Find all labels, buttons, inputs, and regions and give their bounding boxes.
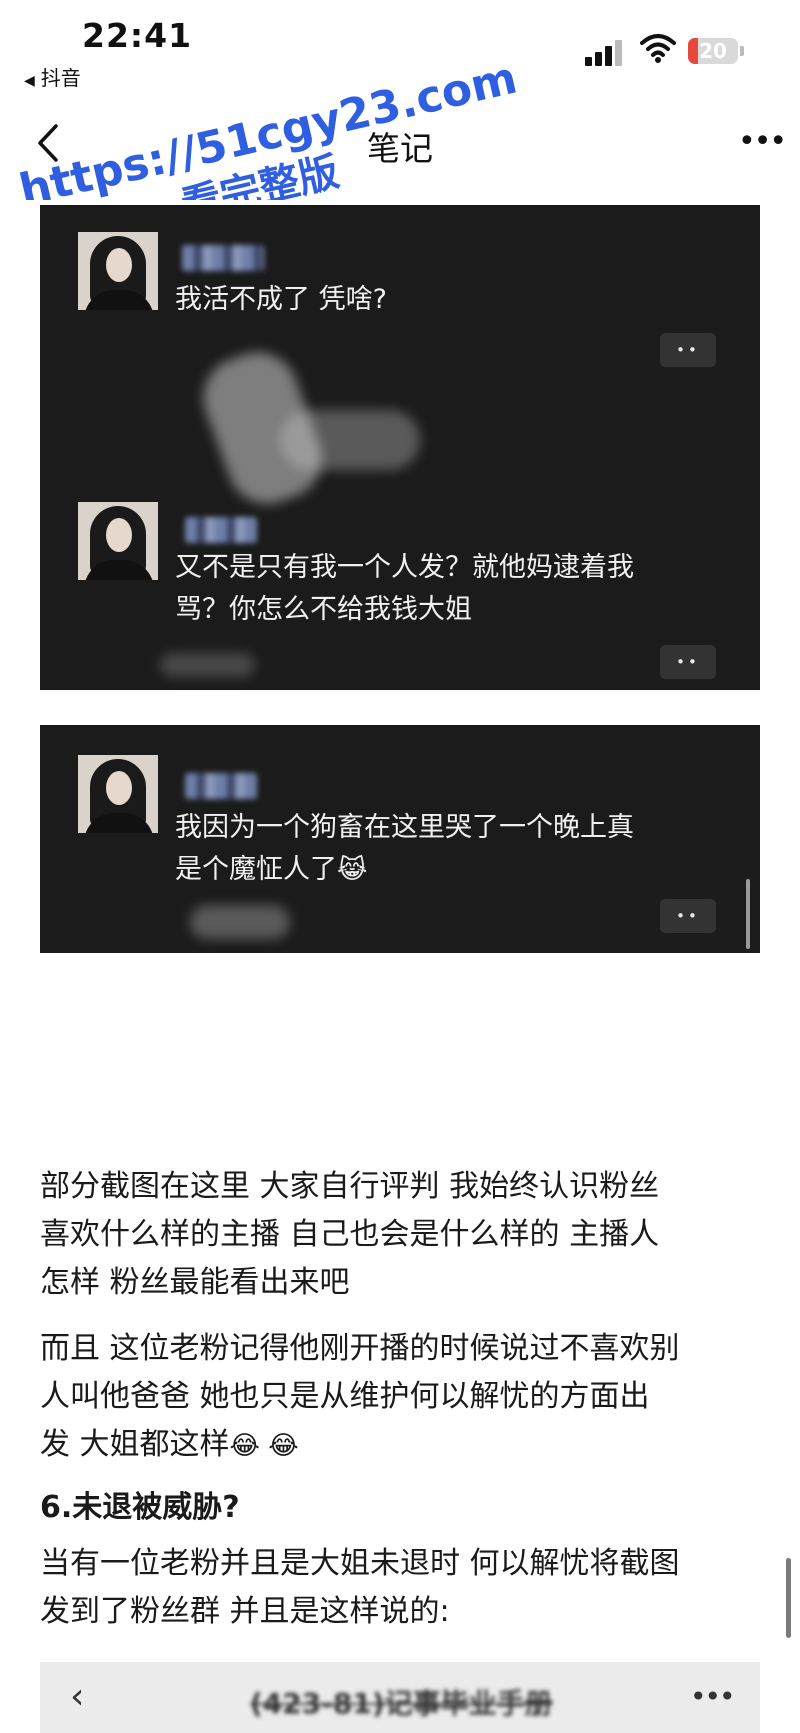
page-title: 笔记 <box>367 129 433 168</box>
article-paragraph: 部分截图在这里 大家自行评判 我始终认识粉丝 喜欢什么样的主播 自己也会是什么样… <box>40 1163 760 1307</box>
message-action-button[interactable]: •• <box>660 645 716 679</box>
back-chevron-icon: ‹ <box>70 1676 85 1717</box>
article-line: 而且 这位老粉记得他刚开播的时候说过不喜欢别 <box>40 1331 680 1366</box>
article-line: 当有一位老粉并且是大姐未退时 何以解忧将截图 <box>40 1546 680 1581</box>
blurred-image-area <box>190 905 290 939</box>
article-line: 怎样 粉丝最能看出来吧 <box>40 1265 350 1300</box>
message-action-button[interactable]: •• <box>660 333 716 367</box>
chat-message-line: 骂？你怎么不给我钱大姐 <box>175 594 472 625</box>
battery-tip <box>740 46 744 56</box>
back-app-label: 抖音 <box>40 66 81 90</box>
blurred-image-area <box>280 410 420 470</box>
section-heading: 6.未退被威胁? <box>40 1490 240 1525</box>
avatar <box>78 232 158 310</box>
chat-message: 又不是只有我一个人发？就他妈逮着我 骂？你怎么不给我钱大姐 <box>175 547 634 631</box>
blurred-username <box>182 245 264 271</box>
embedded-chat-header: ‹ (423-81)记事毕业手册 ••• <box>40 1662 760 1733</box>
back-to-app-link[interactable]: ◀ 抖音 <box>24 62 81 91</box>
wifi-icon <box>640 34 676 63</box>
message-action-button[interactable]: •• <box>660 899 716 933</box>
chat-screenshot-1: 我活不成了 凭啥? •• 又不是只有我一个人发？就他妈逮着我 骂？你怎么不给我钱… <box>40 205 760 690</box>
crying-cat-emoji-icon: 😹 <box>337 855 368 885</box>
chat-screenshot-2: 我因为一个狗畜在这里哭了一个晚上真 是个魔怔人了😹 •• <box>40 725 760 953</box>
avatar <box>78 755 158 833</box>
chat-message-line: 我因为一个狗畜在这里哭了一个晚上真 <box>175 812 634 843</box>
blurred-username <box>185 517 257 543</box>
article-line: 人叫他爸爸 她也只是从维护何以解忧的方面出 <box>40 1379 650 1414</box>
back-triangle-icon: ◀ <box>24 73 35 89</box>
status-bar: 22:41 ◀ 抖音 20 <box>0 0 800 100</box>
status-time: 22:41 <box>82 16 193 55</box>
chat-message-line: 是个魔怔人了 <box>175 854 337 885</box>
chat-message: 我活不成了 凭啥? <box>175 284 387 315</box>
cellular-signal-icon <box>585 36 625 66</box>
article-line: 部分截图在这里 大家自行评判 我始终认识粉丝 <box>40 1169 660 1204</box>
page-scrollbar[interactable] <box>786 1558 791 1638</box>
article-line: 喜欢什么样的主播 自己也会是什么样的 主播人 <box>40 1217 660 1252</box>
blurred-image-area <box>160 653 255 677</box>
article-line: 发到了粉丝群 并且是这样说的: <box>40 1594 450 1629</box>
embedded-chat-title: (423-81)记事毕业手册 <box>250 1687 553 1720</box>
chat-message: 我因为一个狗畜在这里哭了一个晚上真 是个魔怔人了😹 <box>175 807 634 891</box>
laughing-emoji-icon: 😂 😂 <box>229 1431 299 1461</box>
avatar <box>78 502 158 580</box>
scrollbar[interactable] <box>746 879 750 949</box>
more-icon: ••• <box>690 1680 736 1713</box>
article-paragraph: 而且 这位老粉记得他刚开播的时候说过不喜欢别 人叫他爸爸 她也只是从维护何以解忧… <box>40 1325 760 1470</box>
chat-message-line: 又不是只有我一个人发？就他妈逮着我 <box>175 552 634 583</box>
more-options-button[interactable]: ••• <box>738 124 787 159</box>
article-line: 发 大姐都这样 <box>40 1427 230 1462</box>
battery-level: 20 <box>699 39 727 63</box>
battery-icon: 20 <box>688 38 738 64</box>
blurred-username <box>185 773 257 799</box>
article-paragraph: 当有一位老粉并且是大姐未退时 何以解忧将截图 发到了粉丝群 并且是这样说的: <box>40 1540 760 1636</box>
